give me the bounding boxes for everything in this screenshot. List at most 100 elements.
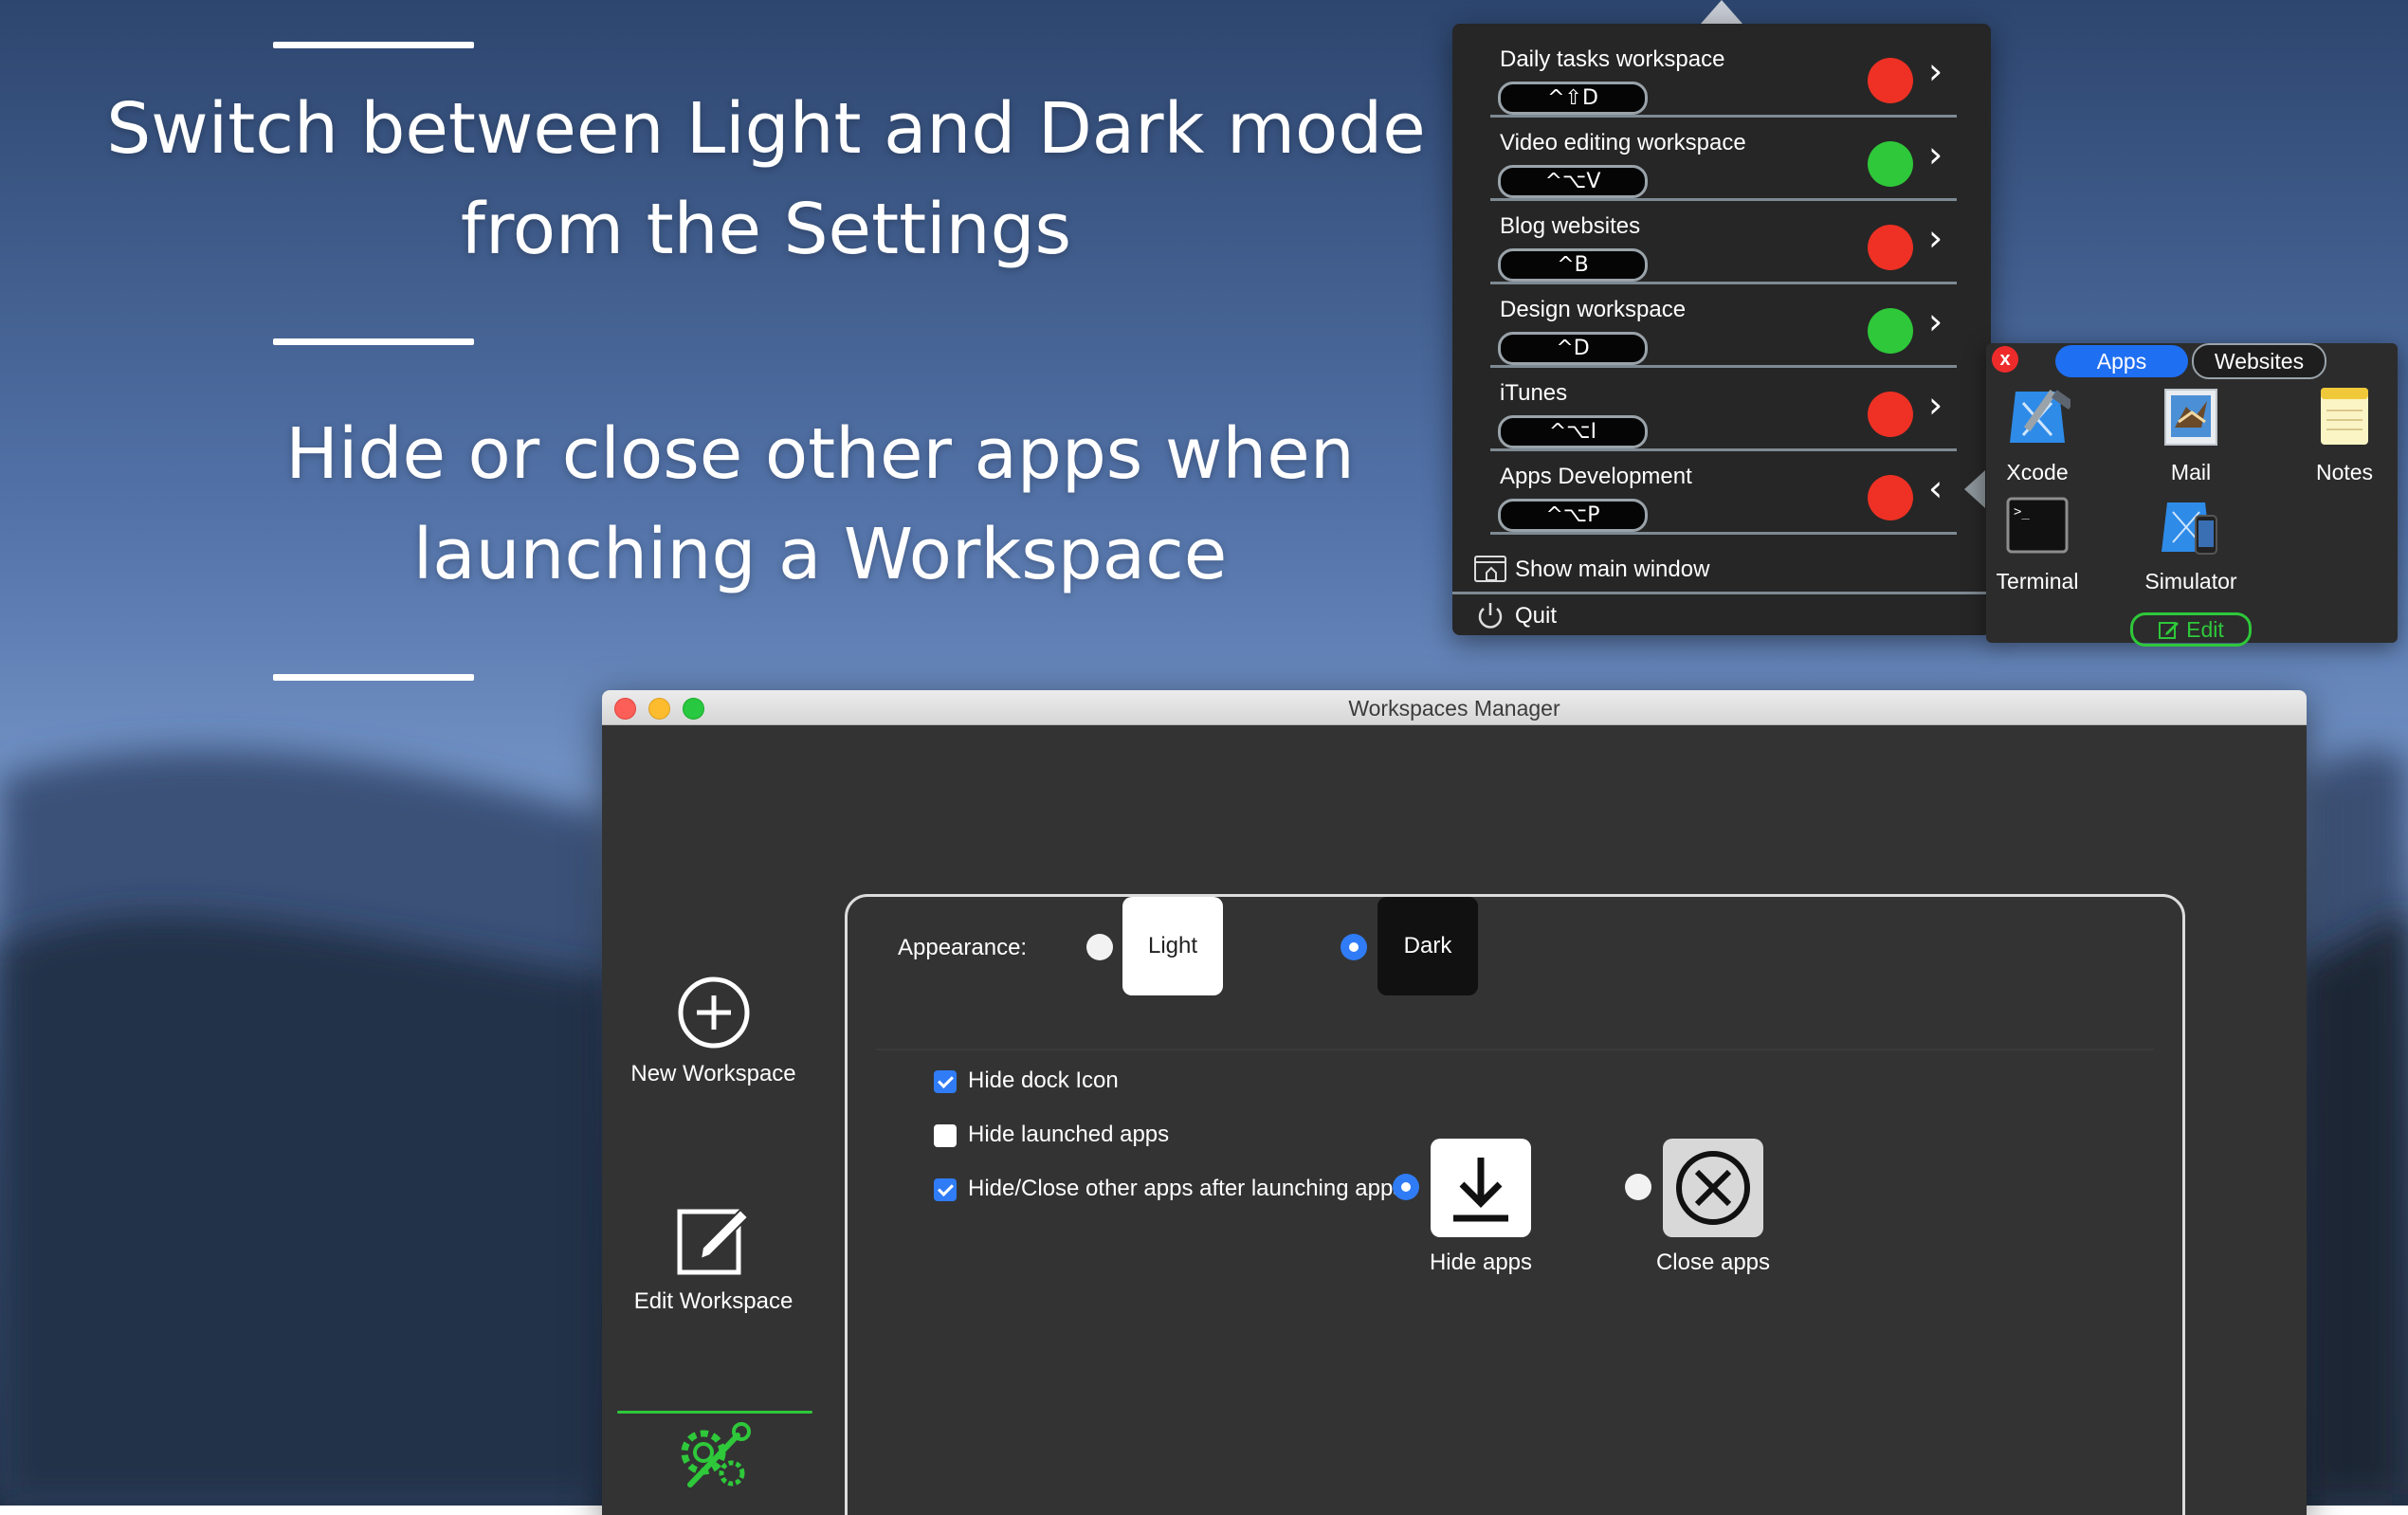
workspace-shortcut: ^D <box>1498 332 1648 365</box>
edit-apps-button[interactable]: Edit <box>2130 612 2252 647</box>
workspace-row[interactable]: Daily tasks workspace ^⇧D › <box>1490 33 1957 118</box>
light-mode-swatch[interactable]: Light <box>1122 897 1223 995</box>
new-workspace-button[interactable]: New Workspace <box>602 975 825 1087</box>
plus-circle-icon <box>676 975 752 1050</box>
status-dot[interactable] <box>1868 225 1913 270</box>
close-apps-option[interactable] <box>1663 1139 1763 1237</box>
app-name: Mail <box>2125 460 2257 485</box>
workspace-shortcut: ^⌥V <box>1498 165 1648 198</box>
hide-launched-apps-label: Hide launched apps <box>968 1122 1169 1148</box>
mail-icon <box>2158 384 2224 450</box>
workspaces-menu: Daily tasks workspace ^⇧D › Video editin… <box>1452 24 1991 635</box>
workspace-name: Blog websites <box>1500 213 1640 240</box>
window-home-icon <box>1473 554 1507 586</box>
power-icon <box>1473 600 1507 632</box>
workspace-shortcut: ^⇧D <box>1498 82 1648 115</box>
workspace-row[interactable]: Blog websites ^B › <box>1490 200 1957 284</box>
chevron-right-icon[interactable]: › <box>1928 50 1943 92</box>
menu-pointer <box>1701 0 1742 24</box>
status-dot[interactable] <box>1868 58 1913 103</box>
appearance-separator <box>876 1049 2154 1050</box>
app-terminal[interactable]: >_ Terminal <box>1971 493 2104 594</box>
quit-label: Quit <box>1515 603 1557 630</box>
status-dot[interactable] <box>1868 475 1913 520</box>
notes-icon <box>2311 384 2378 450</box>
status-dot[interactable] <box>1868 141 1913 187</box>
title-bar[interactable]: Workspaces Manager <box>602 690 2307 725</box>
chevron-right-icon[interactable]: › <box>1928 134 1943 175</box>
app-name: Notes <box>2278 460 2408 485</box>
workspace-row[interactable]: Design workspace ^D › <box>1490 283 1957 368</box>
show-main-window-item[interactable]: Show main window <box>1452 548 1991 594</box>
app-name: Terminal <box>1971 569 2104 594</box>
hide-dock-icon-label: Hide dock Icon <box>968 1068 1119 1094</box>
app-name: Xcode <box>1971 460 2104 485</box>
app-xcode[interactable]: Xcode <box>1971 384 2104 485</box>
dark-mode-swatch[interactable]: Dark <box>1377 897 1478 995</box>
workspace-row[interactable]: iTunes ^⌥I › <box>1490 367 1957 451</box>
status-dot[interactable] <box>1868 308 1913 354</box>
app-mail[interactable]: Mail <box>2125 384 2257 485</box>
tab-apps[interactable]: Apps <box>2055 345 2188 377</box>
edit-workspace-label: Edit Workspace <box>602 1288 825 1315</box>
headline-line-3: Hide or close other apps when <box>0 404 1640 504</box>
hide-close-other-apps-label: Hide/Close other apps after launching ap… <box>968 1176 1411 1202</box>
close-apps-label: Close apps <box>1634 1250 1792 1276</box>
headline-divider <box>273 42 474 48</box>
dark-mode-radio[interactable] <box>1341 934 1367 960</box>
workspace-name: Video editing workspace <box>1500 130 1746 156</box>
window-title: Workspaces Manager <box>602 696 2307 721</box>
terminal-icon: >_ <box>2004 493 2071 559</box>
gear-wrench-icon <box>671 1420 757 1496</box>
workspace-name: Design workspace <box>1500 297 1686 323</box>
app-notes[interactable]: Notes <box>2278 384 2408 485</box>
chevron-left-icon[interactable]: ‹ <box>1928 467 1943 509</box>
hide-dock-icon-checkbox[interactable] <box>934 1070 957 1093</box>
hide-apps-label: Hide apps <box>1407 1250 1555 1276</box>
close-circle-icon <box>1663 1139 1763 1237</box>
headline-divider <box>273 338 474 345</box>
edit-icon <box>2158 619 2180 640</box>
workspace-name: iTunes <box>1500 380 1567 407</box>
chevron-right-icon[interactable]: › <box>1928 217 1943 259</box>
headline-line-4: launching a Workspace <box>0 504 1640 605</box>
close-apps-radio[interactable] <box>1625 1174 1651 1200</box>
svg-text:>_: >_ <box>2014 504 2030 520</box>
workspace-name: Apps Development <box>1500 464 1692 490</box>
hide-apps-option[interactable] <box>1431 1139 1531 1237</box>
download-arrow-icon <box>1431 1139 1531 1237</box>
headline-line-1: Switch between Light and Dark mode <box>0 79 1532 179</box>
hide-close-other-apps-checkbox[interactable] <box>934 1178 957 1201</box>
close-panel-button[interactable]: x <box>1992 346 2018 373</box>
new-workspace-label: New Workspace <box>602 1061 825 1087</box>
headline-divider <box>273 674 474 681</box>
edit-workspace-button[interactable]: Edit Workspace <box>602 1200 825 1315</box>
workspace-row[interactable]: Apps Development ^⌥P ‹ <box>1490 450 1957 535</box>
xcode-icon <box>2004 384 2071 450</box>
workspaces-manager-window: Workspaces Manager New Workspace Edit Wo… <box>602 690 2307 1515</box>
workspace-shortcut: ^⌥I <box>1498 415 1648 448</box>
light-mode-radio[interactable] <box>1086 934 1113 960</box>
hide-apps-radio[interactable] <box>1393 1174 1419 1200</box>
edit-label: Edit <box>2186 617 2224 642</box>
settings-button[interactable] <box>602 1420 825 1503</box>
show-main-window-label: Show main window <box>1515 557 1709 583</box>
sidebar-selection-indicator <box>617 1411 812 1414</box>
hide-launched-apps-checkbox[interactable] <box>934 1124 957 1147</box>
workspace-name: Daily tasks workspace <box>1500 46 1724 73</box>
app-simulator[interactable]: Simulator <box>2125 493 2257 594</box>
headline-line-2: from the Settings <box>0 179 1532 280</box>
app-name: Simulator <box>2125 569 2257 594</box>
chevron-right-icon[interactable]: › <box>1928 384 1943 426</box>
simulator-icon <box>2158 493 2224 559</box>
chevron-right-icon[interactable]: › <box>1928 301 1943 342</box>
quit-item[interactable]: Quit <box>1452 594 1991 635</box>
settings-panel: Appearance: Light Dark Hide dock Icon Hi… <box>845 894 2185 1515</box>
tab-websites[interactable]: Websites <box>2192 343 2326 379</box>
appearance-label: Appearance: <box>898 935 1027 961</box>
workspace-row[interactable]: Video editing workspace ^⌥V › <box>1490 117 1957 201</box>
workspace-shortcut: ^B <box>1498 248 1648 282</box>
edit-icon <box>674 1200 754 1280</box>
status-dot[interactable] <box>1868 392 1913 437</box>
workspace-shortcut: ^⌥P <box>1498 499 1648 532</box>
